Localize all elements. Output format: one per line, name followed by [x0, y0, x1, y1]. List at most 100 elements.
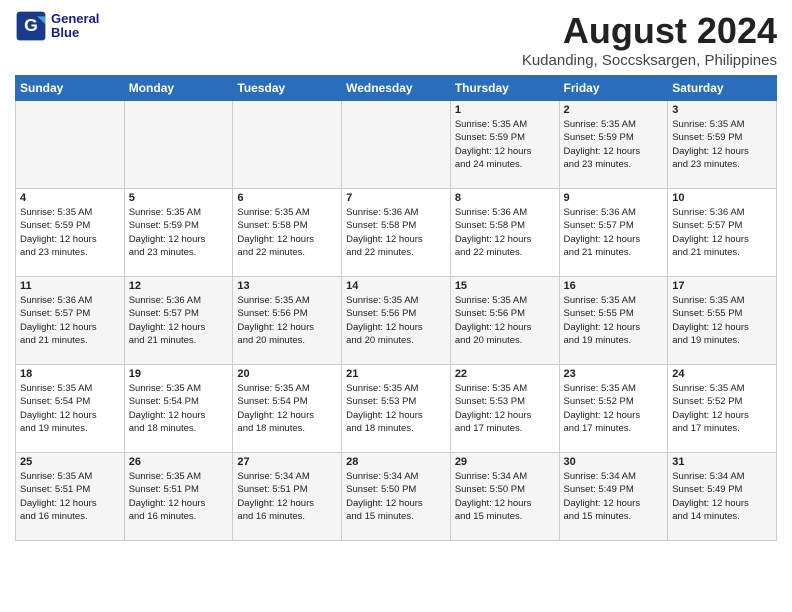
cell-content: Sunrise: 5:35 AM Sunset: 5:51 PM Dayligh…	[20, 470, 120, 523]
calendar-cell: 31Sunrise: 5:34 AM Sunset: 5:49 PM Dayli…	[668, 453, 777, 541]
cell-content: Sunrise: 5:35 AM Sunset: 5:56 PM Dayligh…	[455, 294, 555, 347]
calendar-cell	[233, 101, 342, 189]
calendar-cell: 5 Sunrise: 5:35 AM Sunset: 5:59 PM Daylig…	[124, 189, 233, 277]
day-number: 27	[237, 456, 337, 468]
column-header-friday: Friday	[559, 76, 668, 101]
calendar-cell: 30 Sunrise: 5:34 AM Sunset: 5:49 PM Dayli…	[559, 453, 668, 541]
cell-content: Sunrise: 5:34 AM Sunset: 5:50 PM Dayligh…	[346, 470, 446, 523]
week-row-2: 4 Sunrise: 5:35 AM Sunset: 5:59 PM Daylig…	[16, 189, 777, 277]
cell-content: Sunrise: 5:36 AM Sunset: 5:57 PM Dayligh…	[672, 206, 772, 259]
calendar-cell: 26Sunrise: 5:35 AM Sunset: 5:51 PM Dayli…	[124, 453, 233, 541]
calendar-cell	[124, 101, 233, 189]
day-number: 1	[455, 104, 555, 116]
day-number: 30	[564, 456, 664, 468]
day-number: 17	[672, 280, 772, 292]
day-number: 5	[129, 192, 229, 204]
day-number: 29	[455, 456, 555, 468]
calendar-cell: 12 Sunrise: 5:36 AM Sunset: 5:57 PM Dayli…	[124, 277, 233, 365]
calendar-cell: 3Sunrise: 5:35 AM Sunset: 5:59 PM Daylig…	[668, 101, 777, 189]
day-number: 14	[346, 280, 446, 292]
cell-content: Sunrise: 5:35 AM Sunset: 5:53 PM Dayligh…	[455, 382, 555, 435]
week-row-4: 18 Sunrise: 5:35 AM Sunset: 5:54 PM Dayli…	[16, 365, 777, 453]
cell-content: Sunrise: 5:36 AM Sunset: 5:58 PM Dayligh…	[455, 206, 555, 259]
week-row-3: 11 Sunrise: 5:36 AM Sunset: 5:57 PM Dayli…	[16, 277, 777, 365]
logo: G General Blue	[15, 10, 99, 42]
cell-content: Sunrise: 5:34 AM Sunset: 5:49 PM Dayligh…	[564, 470, 664, 523]
calendar-cell: 6Sunrise: 5:35 AM Sunset: 5:58 PM Daylig…	[233, 189, 342, 277]
calendar-cell: 25Sunrise: 5:35 AM Sunset: 5:51 PM Dayli…	[16, 453, 125, 541]
calendar-cell: 29 Sunrise: 5:34 AM Sunset: 5:50 PM Dayli…	[450, 453, 559, 541]
location: Kudanding, Soccsksargen, Philippines	[522, 52, 777, 69]
column-header-monday: Monday	[124, 76, 233, 101]
day-number: 24	[672, 368, 772, 380]
day-number: 23	[564, 368, 664, 380]
calendar-cell: 13 Sunrise: 5:35 AM Sunset: 5:56 PM Dayli…	[233, 277, 342, 365]
calendar-cell: 1 Sunrise: 5:35 AM Sunset: 5:59 PM Daylig…	[450, 101, 559, 189]
header: G General Blue August 2024 Kudanding, So…	[15, 10, 777, 69]
cell-content: Sunrise: 5:34 AM Sunset: 5:51 PM Dayligh…	[237, 470, 337, 523]
calendar-cell: 8Sunrise: 5:36 AM Sunset: 5:58 PM Daylig…	[450, 189, 559, 277]
day-number: 28	[346, 456, 446, 468]
day-number: 3	[672, 104, 772, 116]
day-number: 12	[129, 280, 229, 292]
day-number: 11	[20, 280, 120, 292]
day-number: 19	[129, 368, 229, 380]
week-row-5: 25Sunrise: 5:35 AM Sunset: 5:51 PM Dayli…	[16, 453, 777, 541]
day-number: 2	[564, 104, 664, 116]
cell-content: Sunrise: 5:35 AM Sunset: 5:54 PM Dayligh…	[237, 382, 337, 435]
column-header-sunday: Sunday	[16, 76, 125, 101]
calendar-cell: 18Sunrise: 5:35 AM Sunset: 5:54 PM Dayli…	[16, 365, 125, 453]
column-header-wednesday: Wednesday	[342, 76, 451, 101]
week-row-1: 1 Sunrise: 5:35 AM Sunset: 5:59 PM Daylig…	[16, 101, 777, 189]
calendar-cell: 7 Sunrise: 5:36 AM Sunset: 5:58 PM Daylig…	[342, 189, 451, 277]
calendar-cell: 17Sunrise: 5:35 AM Sunset: 5:55 PM Dayli…	[668, 277, 777, 365]
cell-content: Sunrise: 5:36 AM Sunset: 5:58 PM Dayligh…	[346, 206, 446, 259]
logo-text: General Blue	[51, 12, 99, 41]
cell-content: Sunrise: 5:36 AM Sunset: 5:57 PM Dayligh…	[20, 294, 120, 347]
day-number: 6	[237, 192, 337, 204]
cell-content: Sunrise: 5:35 AM Sunset: 5:59 PM Dayligh…	[455, 118, 555, 171]
calendar-cell: 23Sunrise: 5:35 AM Sunset: 5:52 PM Dayli…	[559, 365, 668, 453]
calendar-cell: 10Sunrise: 5:36 AM Sunset: 5:57 PM Dayli…	[668, 189, 777, 277]
day-number: 22	[455, 368, 555, 380]
svg-text:G: G	[24, 15, 38, 35]
cell-content: Sunrise: 5:35 AM Sunset: 5:59 PM Dayligh…	[129, 206, 229, 259]
header-row: SundayMondayTuesdayWednesdayThursdayFrid…	[16, 76, 777, 101]
logo-line1: General	[51, 12, 99, 26]
calendar-cell: 15Sunrise: 5:35 AM Sunset: 5:56 PM Dayli…	[450, 277, 559, 365]
calendar-cell: 16 Sunrise: 5:35 AM Sunset: 5:55 PM Dayli…	[559, 277, 668, 365]
cell-content: Sunrise: 5:35 AM Sunset: 5:59 PM Dayligh…	[20, 206, 120, 259]
cell-content: Sunrise: 5:34 AM Sunset: 5:50 PM Dayligh…	[455, 470, 555, 523]
cell-content: Sunrise: 5:35 AM Sunset: 5:59 PM Dayligh…	[564, 118, 664, 171]
cell-content: Sunrise: 5:35 AM Sunset: 5:52 PM Dayligh…	[672, 382, 772, 435]
column-header-tuesday: Tuesday	[233, 76, 342, 101]
day-number: 18	[20, 368, 120, 380]
cell-content: Sunrise: 5:35 AM Sunset: 5:56 PM Dayligh…	[346, 294, 446, 347]
day-number: 31	[672, 456, 772, 468]
day-number: 13	[237, 280, 337, 292]
calendar-cell: 14 Sunrise: 5:35 AM Sunset: 5:56 PM Dayli…	[342, 277, 451, 365]
cell-content: Sunrise: 5:36 AM Sunset: 5:57 PM Dayligh…	[129, 294, 229, 347]
calendar-cell: 20Sunrise: 5:35 AM Sunset: 5:54 PM Dayli…	[233, 365, 342, 453]
calendar-cell: 21Sunrise: 5:35 AM Sunset: 5:53 PM Dayli…	[342, 365, 451, 453]
month-title: August 2024	[522, 10, 777, 52]
cell-content: Sunrise: 5:35 AM Sunset: 5:56 PM Dayligh…	[237, 294, 337, 347]
day-number: 7	[346, 192, 446, 204]
column-header-saturday: Saturday	[668, 76, 777, 101]
cell-content: Sunrise: 5:35 AM Sunset: 5:53 PM Dayligh…	[346, 382, 446, 435]
cell-content: Sunrise: 5:36 AM Sunset: 5:57 PM Dayligh…	[564, 206, 664, 259]
calendar-cell: 27 Sunrise: 5:34 AM Sunset: 5:51 PM Dayli…	[233, 453, 342, 541]
column-header-thursday: Thursday	[450, 76, 559, 101]
calendar-cell: 11 Sunrise: 5:36 AM Sunset: 5:57 PM Dayli…	[16, 277, 125, 365]
calendar-cell: 22 Sunrise: 5:35 AM Sunset: 5:53 PM Dayli…	[450, 365, 559, 453]
logo-icon: G	[15, 10, 47, 42]
day-number: 9	[564, 192, 664, 204]
calendar-cell: 24 Sunrise: 5:35 AM Sunset: 5:52 PM Dayli…	[668, 365, 777, 453]
cell-content: Sunrise: 5:35 AM Sunset: 5:55 PM Dayligh…	[564, 294, 664, 347]
day-number: 4	[20, 192, 120, 204]
calendar-table: SundayMondayTuesdayWednesdayThursdayFrid…	[15, 75, 777, 541]
calendar-cell: 19Sunrise: 5:35 AM Sunset: 5:54 PM Dayli…	[124, 365, 233, 453]
day-number: 16	[564, 280, 664, 292]
calendar-cell	[342, 101, 451, 189]
calendar-cell	[16, 101, 125, 189]
